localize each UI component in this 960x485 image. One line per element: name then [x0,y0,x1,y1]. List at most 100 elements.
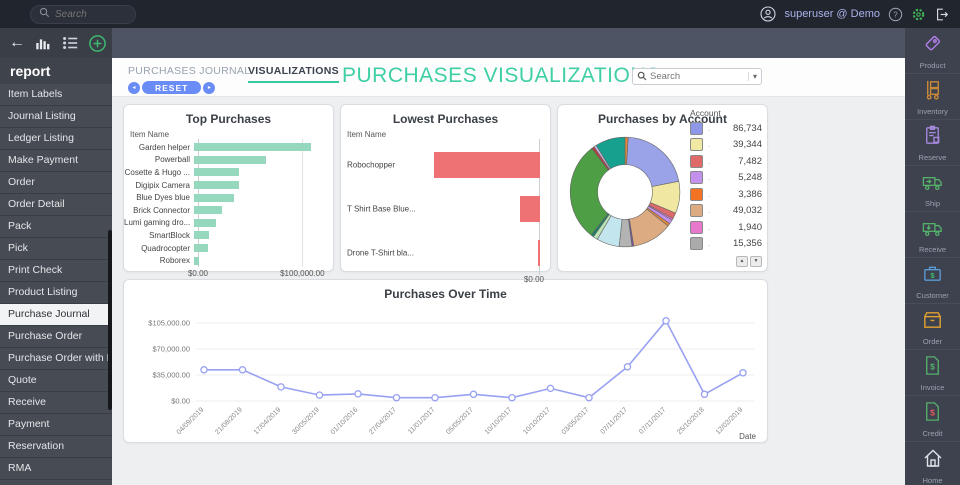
legend-label: . [708,156,711,166]
help-icon[interactable]: ? [888,7,903,22]
back-icon[interactable]: ← [9,35,25,51]
data-point [508,393,516,402]
bar [194,168,239,177]
list-icon[interactable] [61,34,79,52]
global-search-input[interactable] [55,8,123,20]
toolbar-item-credit[interactable]: $ Credit [905,396,960,442]
clipboard-icon [921,124,944,152]
sidebar-scrollbar[interactable] [108,230,112,410]
legend-row: . 15,356 [690,236,762,253]
prev-icon[interactable]: ◂ [128,81,140,94]
data-point [200,366,208,374]
svg-text:?: ? [893,10,898,19]
legend-scroll-up-icon[interactable]: ▲ [736,256,748,267]
bar-row: Blue Dyes blue [124,191,333,204]
legend-scroll-down-icon[interactable]: ▼ [750,256,762,267]
legend-row: . 39,344 [690,137,762,154]
bar-row: Robochopper [347,143,540,187]
sidebar-item[interactable]: Order [0,172,112,194]
settings-gear-icon[interactable] [911,7,926,22]
sidebar-item[interactable]: Pack [0,216,112,238]
bar-chart-icon[interactable] [34,34,52,52]
toolbar-item-product[interactable]: Product [905,28,960,74]
sidebar-item[interactable]: Print Check [0,260,112,282]
bar-row: Cosette & Hugo ... [124,166,333,179]
sidebar-item[interactable]: Purchase Order with BOM [0,348,112,370]
sidebar-item[interactable]: Sales Journal [0,480,112,485]
bar-row: Powerball [124,154,333,167]
sidebar-item[interactable]: Purchase Journal [0,304,112,326]
svg-text:07/11/2017: 07/11/2017 [600,406,629,435]
bar [194,218,216,227]
sidebar-item[interactable]: Payment [0,414,112,436]
toolbar-item-reserve[interactable]: Reserve [905,120,960,166]
purchases-over-time-chart: $0.00 $35,000.00 $70,000.00 $105,000.00 04/0… [132,301,767,448]
toolbar-item-home[interactable]: Home [905,442,960,485]
sidebar-item[interactable]: Item Labels [0,84,112,106]
legend-value: 49,032 [732,205,762,217]
add-circle-icon[interactable] [88,34,107,53]
legend-label: . [708,173,711,183]
svg-text:$: $ [930,271,935,280]
sidebar-item[interactable]: Ledger Listing [0,128,112,150]
legend-swatch [690,138,703,152]
global-search[interactable] [30,4,136,24]
sidebar-item[interactable]: Quote [0,370,112,392]
bar-row: Garden helper [124,141,333,154]
sidebar-item[interactable]: Purchase Order [0,326,112,348]
next-icon[interactable]: ▸ [203,81,216,94]
toolbar-item-label: Customer [916,291,949,300]
visualization-search[interactable]: ▾ [632,68,762,85]
chart-title: Top Purchases [185,112,272,126]
purchases-by-account-card: Purchases by Account Account . 86,734. 39,… [557,104,768,272]
sidebar-item[interactable]: Order Detail [0,194,112,216]
sidebar-item[interactable]: RMA [0,458,112,480]
svg-text:17/04/2019: 17/04/2019 [253,406,283,436]
toolbar-item-inventory[interactable]: Inventory [905,74,960,120]
lowest-purchases-xaxis: $0.00 [341,275,550,284]
toolbar-item-label: Reserve [918,153,947,162]
legend-value: 86,734 [732,122,762,134]
user-avatar-icon[interactable] [760,6,777,22]
page-header: PURCHASES JOURNAL VISUALIZATIONS ◂ RESET… [112,58,905,97]
toolbar-item-ship[interactable]: Ship [905,166,960,212]
sidebar-item[interactable]: Pick [0,238,112,260]
data-point [392,393,401,402]
reset-control: ◂ RESET ▸ [128,81,216,94]
sidebar-item[interactable]: Make Payment [0,150,112,172]
tag-icon [921,32,944,60]
bar [194,256,200,265]
sidebar-item[interactable]: Product Listing [0,282,112,304]
toolbar-item-label: Ship [924,199,940,208]
search-icon [39,5,50,23]
sidebar-item[interactable]: Journal Listing [0,106,112,128]
toolbar-item-receive[interactable]: Receive [905,212,960,258]
bar-row: Roborex [124,254,333,267]
tab-purchases-journal[interactable]: PURCHASES JOURNAL [128,65,250,77]
sidebar-title: report [10,63,51,79]
svg-text:Date: Date [739,432,756,441]
sidebar-item[interactable]: Reservation [0,436,112,458]
bar [194,244,209,253]
chevron-down-icon[interactable]: ▾ [747,72,757,81]
tab-visualizations[interactable]: VISUALIZATIONS [248,65,339,83]
legend-swatch [690,220,703,234]
user-menu[interactable]: superuser @ Demo [784,8,880,20]
bar [194,231,209,240]
data-point [354,390,362,398]
bar-row: Digipix Camera [124,179,333,192]
visualization-search-input[interactable] [650,71,736,82]
reset-button[interactable]: RESET [142,81,202,94]
svg-text:$: $ [930,407,935,417]
module-toolbar: Product Inventory Reserve Ship Receive $ Custo… [905,28,960,485]
sidebar-item[interactable]: Receive [0,392,112,414]
toolbar-item-order[interactable]: Order [905,304,960,350]
toolbar-item-invoice[interactable]: $ Invoice [905,350,960,396]
legend-value: 1,940 [738,221,762,233]
legend-value: 15,356 [732,238,762,250]
data-point [431,393,439,402]
chart-title: Lowest Purchases [392,112,499,126]
svg-text:$35,000.00: $35,000.00 [152,371,190,380]
toolbar-item-customer[interactable]: $ Customer [905,258,960,304]
logout-icon[interactable] [934,7,950,22]
